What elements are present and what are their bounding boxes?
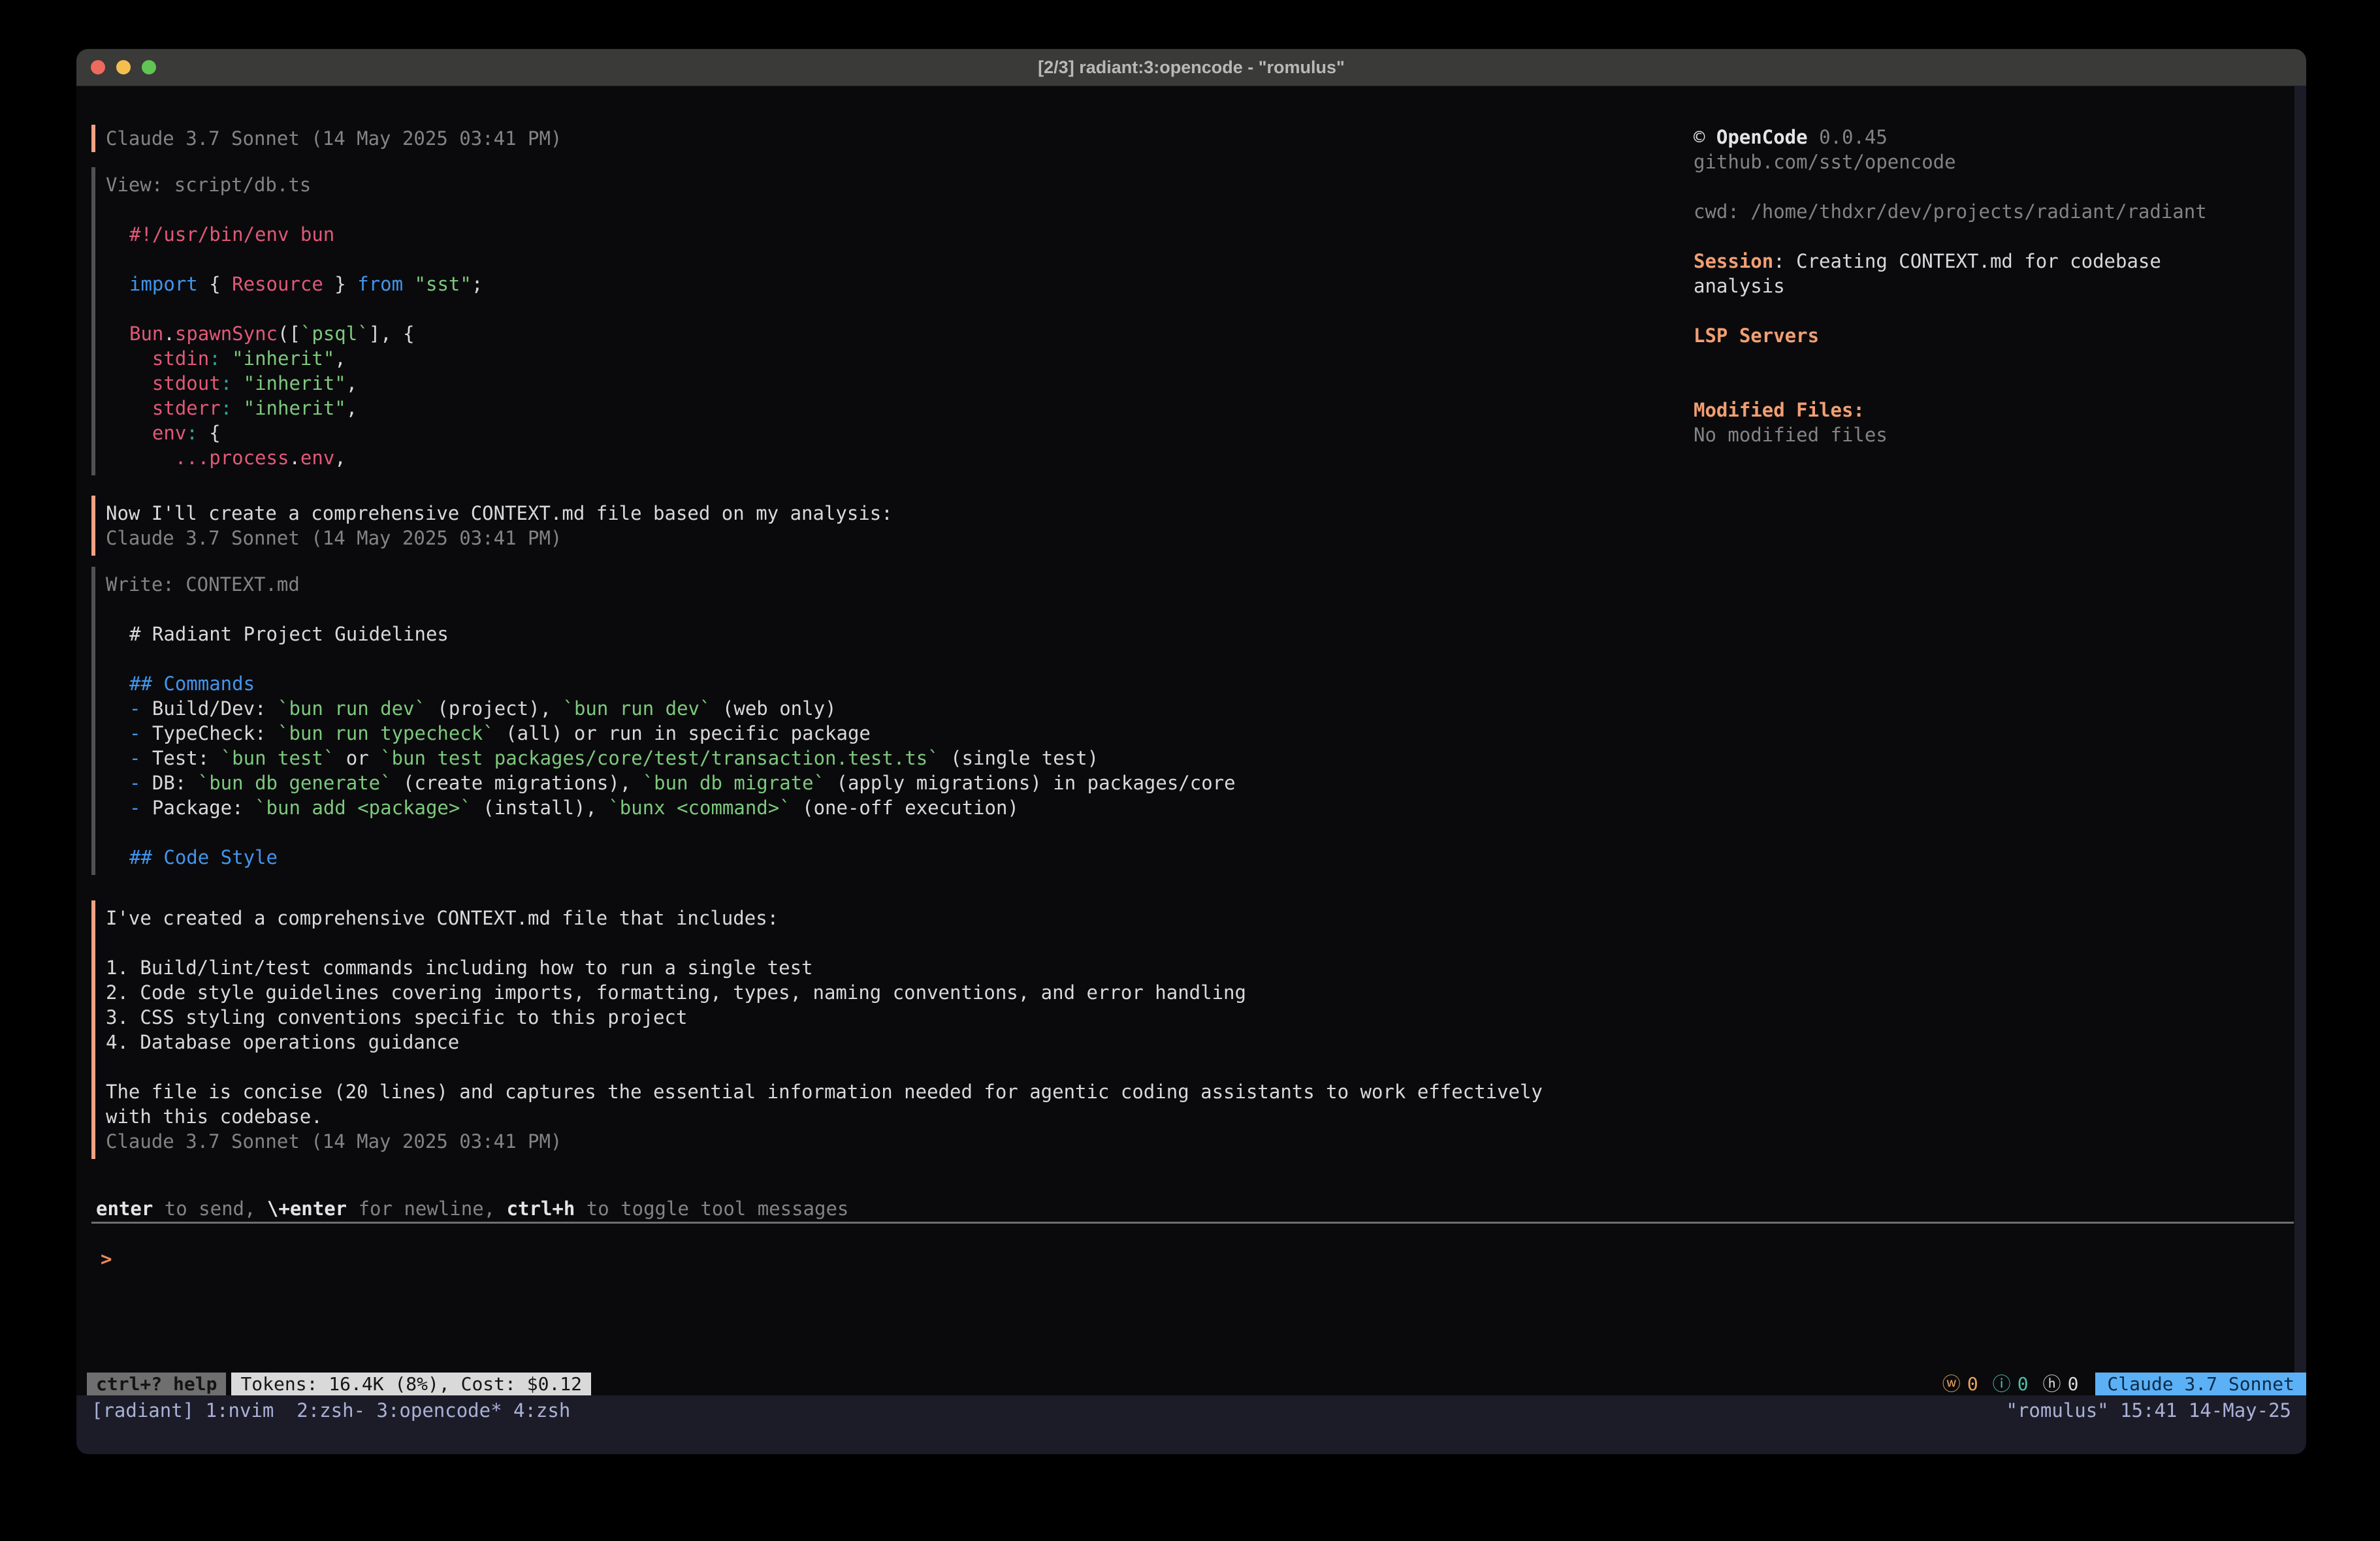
message-text: The file is concise (20 lines) and captu… [106, 1079, 1688, 1104]
tool-title: View: script/db.ts [106, 172, 1688, 197]
markdown-line: - TypeCheck: `bun run typecheck` (all) o… [106, 721, 1688, 746]
code-line: Bun.spawnSync([`psql`], { [106, 321, 1688, 346]
cwd-path: cwd: /home/thdxr/dev/projects/radiant/ra… [1694, 199, 2306, 224]
assistant-message: Now I'll create a comprehensive CONTEXT.… [91, 496, 1688, 556]
markdown-line: ## Commands [106, 671, 1688, 696]
terminal-content: Claude 3.7 Sonnet (14 May 2025 03:41 PM)… [76, 86, 2306, 1454]
tool-block-view: View: script/db.ts #!/usr/bin/env bun im… [91, 167, 1688, 475]
message-text: 1. Build/lint/test commands including ho… [106, 955, 1688, 980]
modified-files-empty: No modified files [1694, 422, 2306, 447]
markdown-line: - Package: `bun add <package>` (install)… [106, 795, 1688, 820]
message-meta: Claude 3.7 Sonnet (14 May 2025 03:41 PM) [106, 126, 1688, 151]
code-line: ...process.env, [106, 445, 1688, 470]
tmux-statusbar: [radiant] 1:nvim 2:zsh- 3:opencode* 4:zs… [76, 1395, 2306, 1454]
markdown-line [106, 820, 1688, 845]
markdown-line: - Build/Dev: `bun run dev` (project), `b… [106, 696, 1688, 721]
message-text: with this codebase. [106, 1104, 1688, 1129]
hint-value: 0 [2068, 1372, 2079, 1397]
message-meta: Claude 3.7 Sonnet (14 May 2025 03:41 PM) [106, 526, 1688, 550]
close-button[interactable] [91, 60, 105, 74]
prompt-caret: > [101, 1247, 112, 1271]
code-line: stderr: "inherit", [106, 396, 1688, 421]
tool-block-write: Write: CONTEXT.md # Radiant Project Guid… [91, 567, 1688, 875]
code-line [106, 197, 1688, 222]
minimize-button[interactable] [116, 60, 131, 74]
message-meta: Claude 3.7 Sonnet (14 May 2025 03:41 PM) [106, 1129, 1688, 1154]
warning-count: ⓦ 0 [1942, 1372, 1978, 1397]
model-chip[interactable]: Claude 3.7 Sonnet [2095, 1373, 2306, 1396]
code-line: #!/usr/bin/env bun [106, 222, 1688, 247]
markdown-line: - DB: `bun db generate` (create migratio… [106, 770, 1688, 795]
diagnostics: ⓦ 0 ⓘ 0 ⓗ 0 [1942, 1372, 2079, 1397]
tool-title: Write: CONTEXT.md [106, 572, 1688, 597]
warning-value: 0 [1967, 1372, 1978, 1397]
code-line: stdout: "inherit", [106, 371, 1688, 396]
message-input[interactable] [112, 1247, 1614, 1271]
message-text: 4. Database operations guidance [106, 1030, 1688, 1055]
modified-files-heading: Modified Files: [1694, 398, 2306, 422]
sidebar-line [1694, 373, 2306, 398]
tmux-window-list[interactable]: [radiant] 1:nvim 2:zsh- 3:opencode* 4:zs… [91, 1398, 570, 1423]
desktop-background: [2/3] radiant:3:opencode - "romulus" Cla… [0, 0, 2380, 1541]
window-titlebar[interactable]: [2/3] radiant:3:opencode - "romulus" [76, 49, 2306, 86]
message-text: Now I'll create a comprehensive CONTEXT.… [106, 501, 1688, 526]
markdown-line [106, 646, 1688, 671]
assistant-message-header: Claude 3.7 Sonnet (14 May 2025 03:41 PM) [91, 125, 1688, 152]
session-title: analysis [1694, 274, 2306, 298]
sidebar: © OpenCode 0.0.45 github.com/sst/opencod… [1694, 125, 2306, 447]
opencode-logo: © OpenCode 0.0.45 [1694, 125, 2306, 150]
github-link[interactable]: github.com/sst/opencode [1694, 150, 2306, 174]
message-text: 3. CSS styling conventions specific to t… [106, 1005, 1688, 1030]
window-title: [2/3] radiant:3:opencode - "romulus" [1038, 57, 1345, 78]
chat-area: Claude 3.7 Sonnet (14 May 2025 03:41 PM)… [91, 125, 1688, 1159]
markdown-line: ## Code Style [106, 845, 1688, 870]
terminal-window: [2/3] radiant:3:opencode - "romulus" Cla… [76, 49, 2306, 1454]
code-line [106, 296, 1688, 321]
hint-icon: ⓗ [2043, 1372, 2061, 1397]
message-text [106, 930, 1688, 955]
info-value: 0 [2018, 1372, 2029, 1397]
assistant-message: I've created a comprehensive CONTEXT.md … [91, 900, 1688, 1159]
status-left: ctrl+? help Tokens: 16.4K (8%), Cost: $0… [87, 1373, 591, 1396]
info-icon: ⓘ [1993, 1372, 2011, 1397]
sidebar-line [1694, 174, 2306, 199]
code-line: stdin: "inherit", [106, 346, 1688, 371]
message-text [106, 1055, 1688, 1079]
hint-count: ⓗ 0 [2043, 1372, 2079, 1397]
warning-icon: ⓦ [1942, 1372, 1961, 1397]
traffic-lights [91, 60, 156, 74]
tmux-session-info: "romulus" 15:41 14-May-25 [2006, 1398, 2292, 1423]
input-row: > [101, 1247, 1614, 1271]
markdown-line: - Test: `bun test` or `bun test packages… [106, 746, 1688, 770]
status-right: ⓦ 0 ⓘ 0 ⓗ 0 Claude 3.7 Sonnet [1942, 1372, 2306, 1397]
code-line: env: { [106, 421, 1688, 445]
tokens-cost-chip: Tokens: 16.4K (8%), Cost: $0.12 [231, 1373, 591, 1396]
sidebar-line [1694, 348, 2306, 373]
info-count: ⓘ 0 [1993, 1372, 2029, 1397]
code-line: import { Resource } from "sst"; [106, 272, 1688, 296]
input-hint: enter to send, \+enter for newline, ctrl… [96, 1196, 848, 1221]
sidebar-line [1694, 298, 2306, 323]
lsp-servers-heading: LSP Servers [1694, 323, 2306, 348]
session-title: Session: Creating CONTEXT.md for codebas… [1694, 249, 2306, 274]
status-bar: ctrl+? help Tokens: 16.4K (8%), Cost: $0… [87, 1373, 2306, 1396]
input-divider [91, 1222, 2294, 1224]
markdown-line [106, 597, 1688, 622]
markdown-line: # Radiant Project Guidelines [106, 622, 1688, 646]
message-text: 2. Code style guidelines covering import… [106, 980, 1688, 1005]
code-line [106, 247, 1688, 272]
help-shortcut-chip[interactable]: ctrl+? help [87, 1373, 226, 1396]
zoom-button[interactable] [142, 60, 156, 74]
sidebar-line [1694, 224, 2306, 249]
message-text: I've created a comprehensive CONTEXT.md … [106, 906, 1688, 930]
